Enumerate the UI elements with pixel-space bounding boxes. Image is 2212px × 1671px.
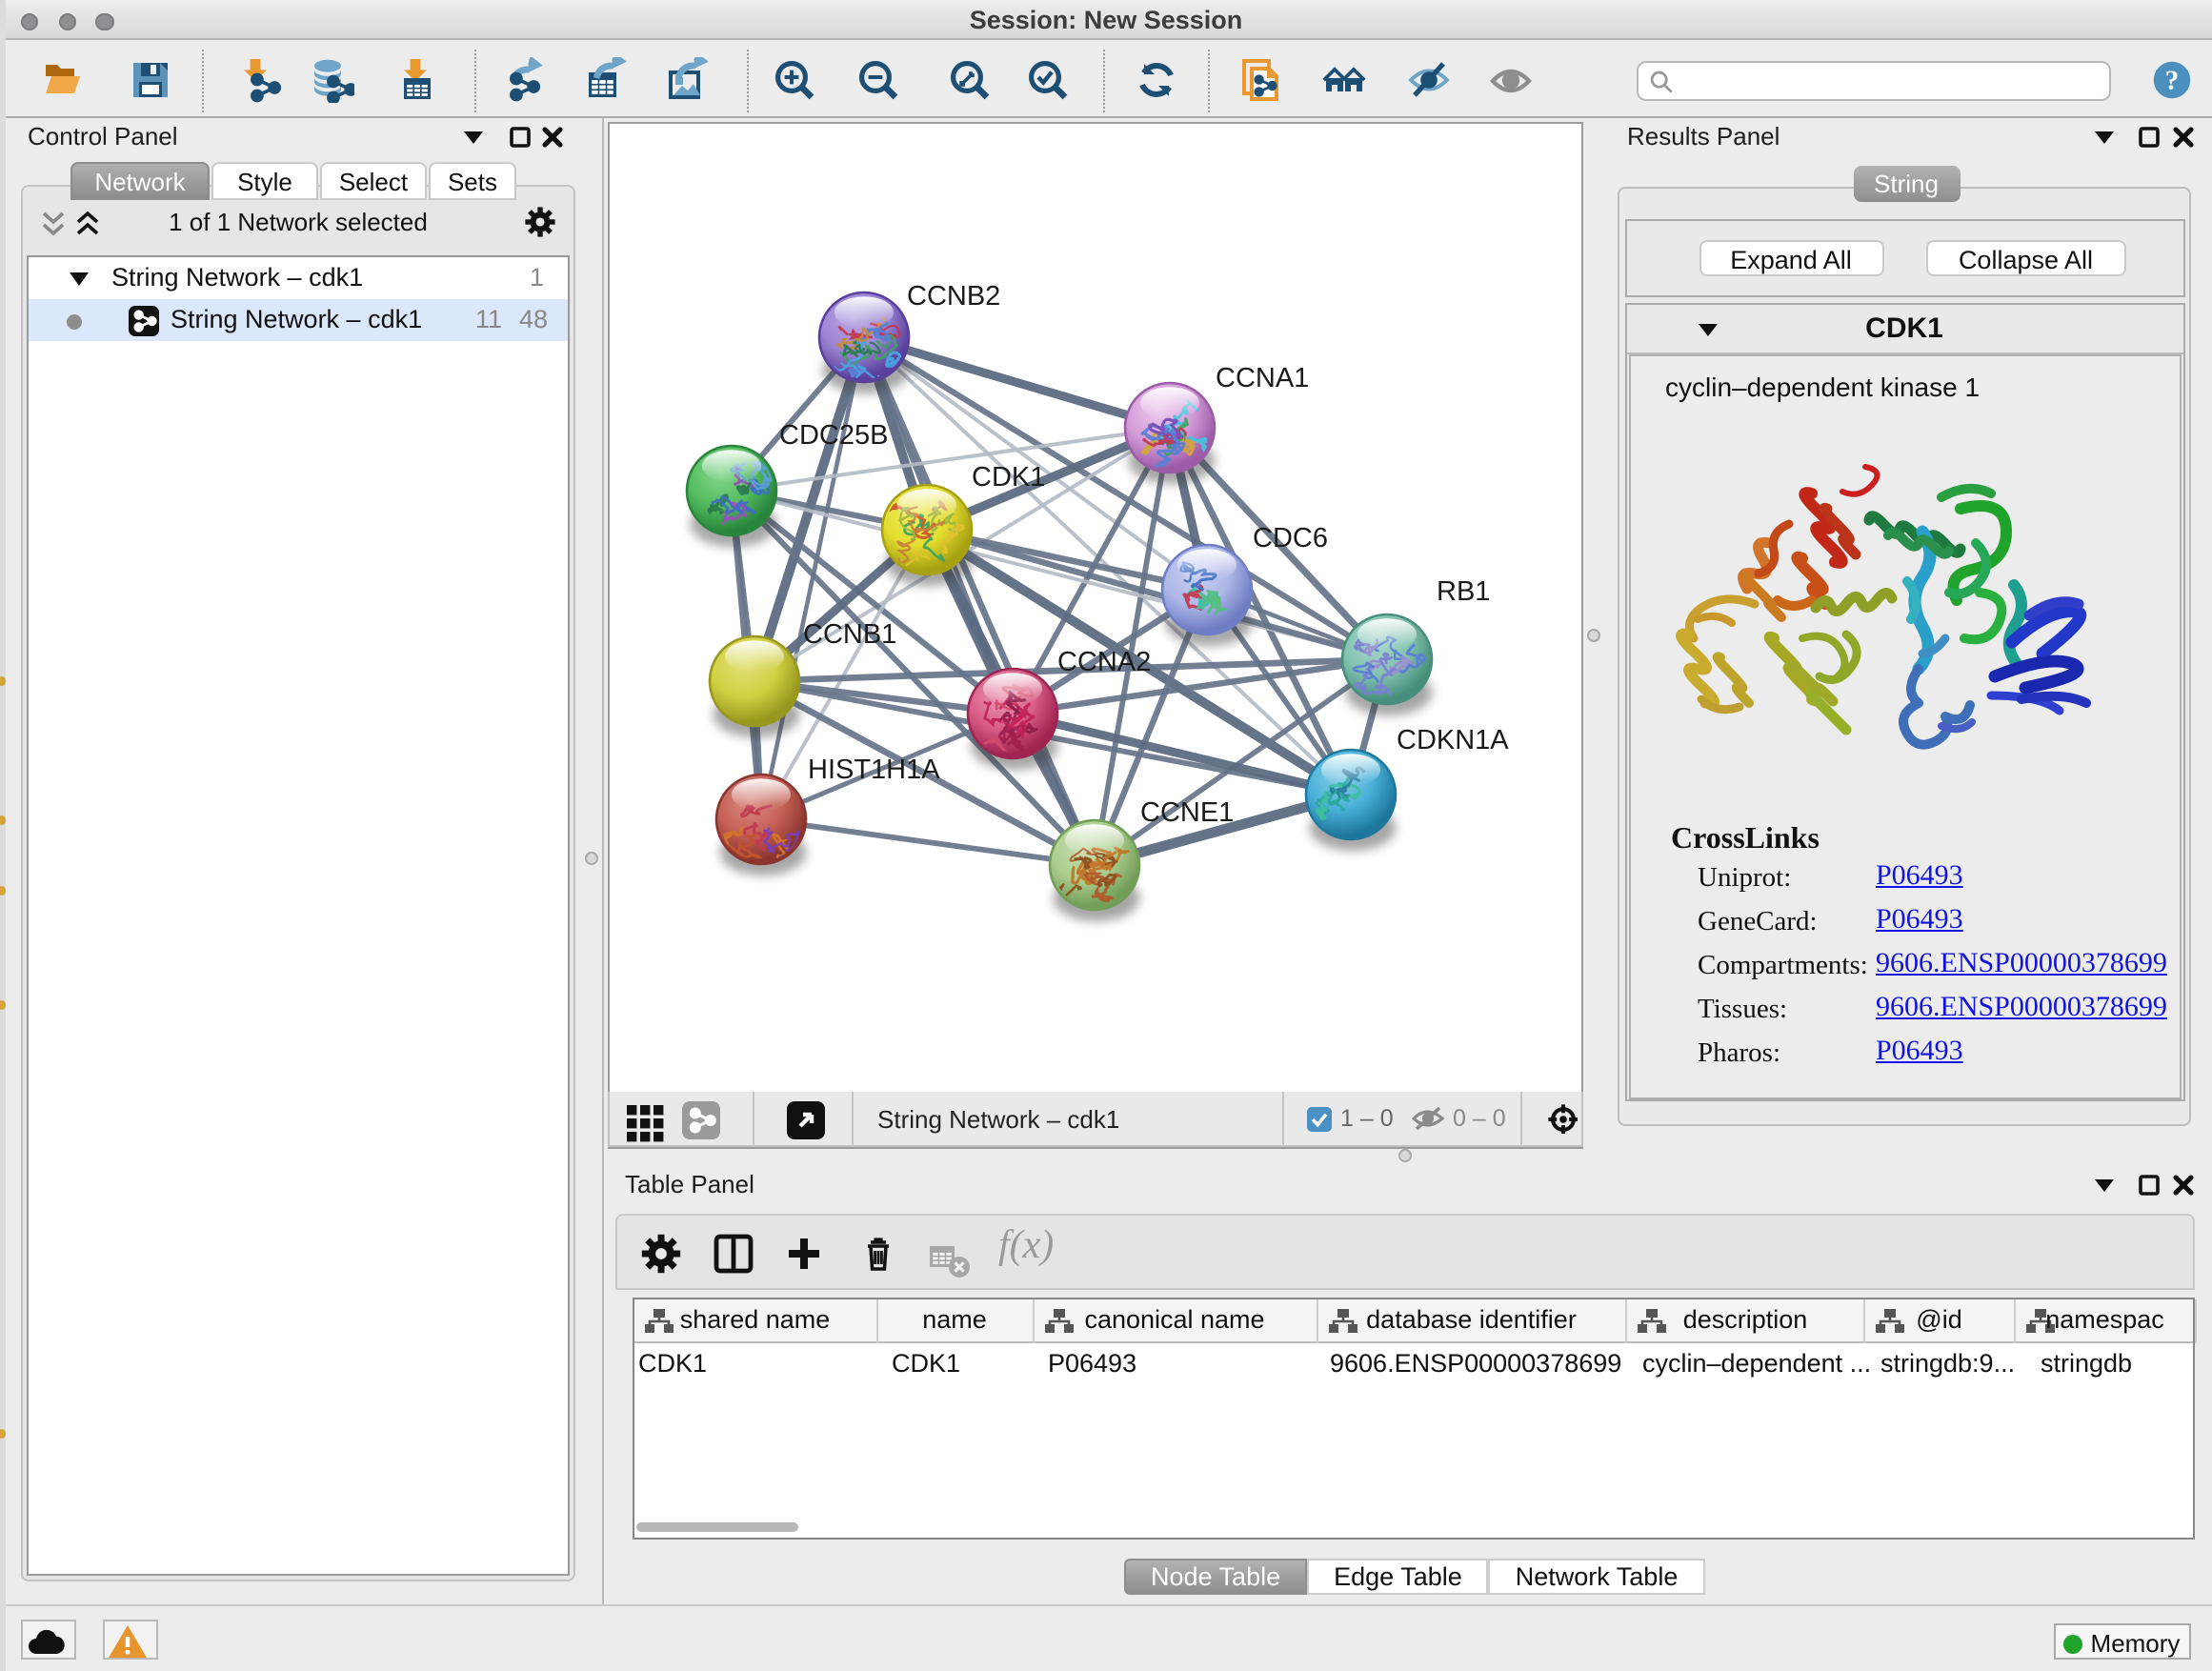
svg-text:CDKN1A: CDKN1A: [1396, 725, 1508, 755]
svg-text:CDK1: CDK1: [971, 462, 1044, 493]
svg-text:CCNB2: CCNB2: [906, 281, 999, 312]
svg-text:CCNA2: CCNA2: [1056, 647, 1150, 677]
svg-text:CCNB1: CCNB1: [802, 619, 895, 650]
svg-text:CCNA1: CCNA1: [1215, 363, 1308, 393]
svg-text:HIST1H1A: HIST1H1A: [807, 755, 939, 785]
svg-text:CDC6: CDC6: [1252, 523, 1327, 554]
svg-text:CDC25B: CDC25B: [778, 420, 887, 451]
svg-text:?: ?: [2164, 66, 2179, 96]
svg-text:RB1: RB1: [1436, 576, 1489, 607]
svg-text:CCNE1: CCNE1: [1139, 797, 1233, 828]
